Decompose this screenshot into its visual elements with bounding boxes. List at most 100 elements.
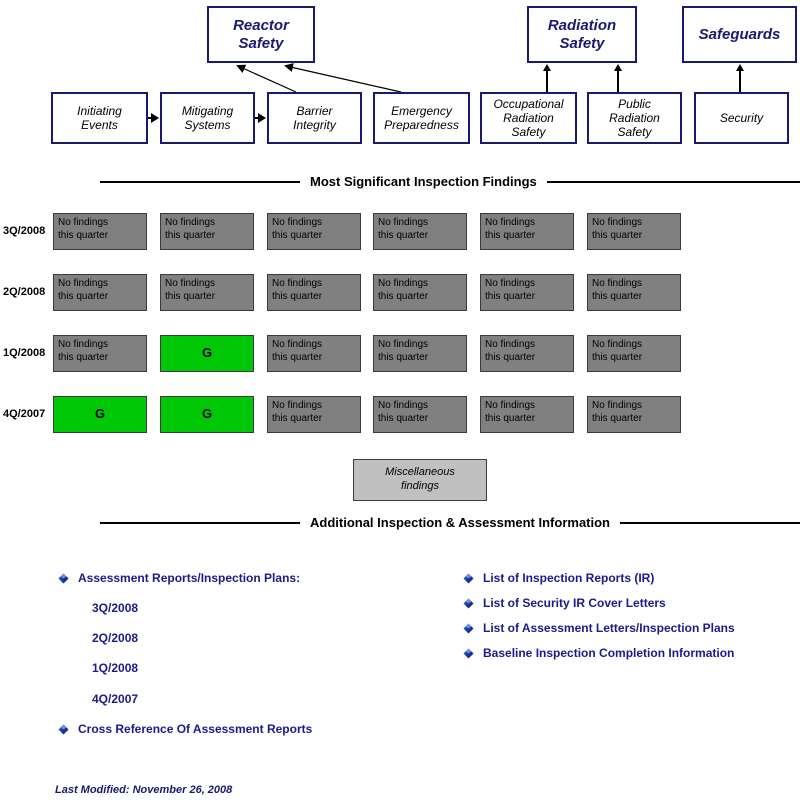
divider-rule-left (100, 521, 300, 524)
finding-cell-no-findings: No findings this quarter (373, 274, 467, 311)
inspection-link-row[interactable]: List of Security IR Cover Letters (463, 596, 666, 610)
cornerstone-reactor-safety[interactable]: Reactor Safety (207, 6, 315, 63)
miscellaneous-findings-box[interactable]: Miscellaneous findings (353, 459, 487, 501)
area-box-label: Barrier Integrity (293, 103, 336, 132)
connector-arrow-mitigating-barrier (258, 113, 266, 123)
cornerstone-radiation-safety[interactable]: Radiation Safety (527, 6, 637, 63)
finding-cell-label: G (201, 345, 213, 361)
finding-cell-label: No findings this quarter (378, 400, 429, 424)
finding-cell-label: No findings this quarter (378, 339, 429, 363)
finding-cell-no-findings: No findings this quarter (53, 213, 147, 250)
inspection-link-row[interactable]: List of Inspection Reports (IR) (463, 571, 654, 585)
assessment-link-label: Assessment Reports/Inspection Plans: (78, 571, 301, 585)
connector-line-public (617, 70, 619, 92)
area-box-barrier-integrity[interactable]: Barrier Integrity (267, 92, 362, 144)
inspection-link-label: List of Security IR Cover Letters (483, 596, 666, 610)
finding-cell-label: No findings this quarter (485, 217, 536, 241)
divider-rule-right (620, 521, 800, 524)
assessment-quarter-link[interactable]: 4Q/2007 (92, 692, 138, 706)
area-box-occupational-radiation-safety[interactable]: Occupational Radiation Safety (480, 92, 577, 144)
cornerstone-label: Radiation Safety (547, 17, 617, 52)
area-box-label: Emergency Preparedness (384, 103, 459, 132)
area-box-label: Mitigating Systems (181, 103, 234, 132)
finding-cell-label: No findings this quarter (272, 339, 323, 363)
diamond-bullet-icon (58, 723, 69, 735)
finding-cell-no-findings: No findings this quarter (480, 213, 574, 250)
finding-cell-no-findings: No findings this quarter (480, 335, 574, 372)
diamond-bullet-icon (463, 597, 474, 609)
finding-cell-label: No findings this quarter (378, 217, 429, 241)
inspection-link-row[interactable]: List of Assessment Letters/Inspection Pl… (463, 621, 735, 635)
finding-cell-no-findings: No findings this quarter (267, 274, 361, 311)
finding-cell-label: No findings this quarter (592, 278, 643, 302)
findings-row-quarter-label: 1Q/2008 (3, 347, 46, 359)
diamond-bullet-icon (463, 647, 474, 659)
finding-cell-label: No findings this quarter (58, 278, 109, 302)
assessment-link-row[interactable]: Assessment Reports/Inspection Plans: (58, 571, 300, 585)
finding-cell-no-findings: No findings this quarter (373, 213, 467, 250)
finding-cell-green[interactable]: G (160, 396, 254, 433)
section-header-additional: Additional Inspection & Assessment Infor… (0, 515, 800, 530)
finding-cell-no-findings: No findings this quarter (267, 335, 361, 372)
divider-rule-right (546, 180, 800, 183)
area-box-mitigating-systems[interactable]: Mitigating Systems (160, 92, 255, 144)
inspection-link-label: List of Inspection Reports (IR) (483, 571, 655, 585)
finding-cell-label: No findings this quarter (592, 217, 643, 241)
finding-cell-label: No findings this quarter (272, 217, 323, 241)
assessment-link-row[interactable]: Cross Reference Of Assessment Reports (58, 722, 312, 736)
finding-cell-label: No findings this quarter (272, 278, 323, 302)
assessment-quarter-link[interactable]: 1Q/2008 (92, 661, 138, 675)
area-box-label: Initiating Events (77, 103, 122, 132)
finding-cell-no-findings: No findings this quarter (267, 396, 361, 433)
assessment-quarter-link[interactable]: 3Q/2008 (92, 601, 138, 615)
finding-cell-no-findings: No findings this quarter (53, 274, 147, 311)
finding-cell-no-findings: No findings this quarter (373, 335, 467, 372)
cornerstone-label: Safeguards (698, 25, 781, 43)
connector-arrow-security (736, 64, 744, 71)
finding-cell-green[interactable]: G (160, 335, 254, 372)
cornerstone-label: Reactor Safety (233, 17, 289, 52)
area-box-label: Occupational Radiation Safety (493, 96, 564, 140)
assessment-link-label: Cross Reference Of Assessment Reports (78, 722, 313, 736)
finding-cell-no-findings: No findings this quarter (480, 396, 574, 433)
connector-arrow-occupational (543, 64, 551, 71)
finding-cell-no-findings: No findings this quarter (587, 274, 681, 311)
connector-line-security (739, 70, 741, 92)
connector-line-occupational (546, 70, 548, 92)
section-header-additional-label: Additional Inspection & Assessment Infor… (310, 515, 610, 530)
area-box-security[interactable]: Security (694, 92, 789, 144)
inspection-link-label: Baseline Inspection Completion Informati… (483, 646, 735, 660)
finding-cell-label: No findings this quarter (485, 339, 536, 363)
section-header-findings: Most Significant Inspection Findings (0, 174, 800, 189)
finding-cell-no-findings: No findings this quarter (53, 335, 147, 372)
area-box-public-radiation-safety[interactable]: Public Radiation Safety (587, 92, 682, 144)
finding-cell-label: No findings this quarter (592, 339, 643, 363)
connector-arrow-initiating-mitigating (151, 113, 159, 123)
miscellaneous-findings-label: Miscellaneous findings (385, 466, 455, 492)
area-box-initiating-events[interactable]: Initiating Events (51, 92, 148, 144)
finding-cell-label: No findings this quarter (485, 400, 536, 424)
finding-cell-no-findings: No findings this quarter (160, 213, 254, 250)
assessment-quarter-link[interactable]: 2Q/2008 (92, 631, 138, 645)
finding-cell-label: No findings this quarter (165, 278, 216, 302)
area-box-label: Public Radiation Safety (609, 96, 660, 140)
finding-cell-no-findings: No findings this quarter (160, 274, 254, 311)
area-box-emergency-preparedness[interactable]: Emergency Preparedness (373, 92, 470, 144)
finding-cell-no-findings: No findings this quarter (480, 274, 574, 311)
finding-cell-no-findings: No findings this quarter (587, 396, 681, 433)
inspection-link-row[interactable]: Baseline Inspection Completion Informati… (463, 646, 734, 660)
finding-cell-green[interactable]: G (53, 396, 147, 433)
connector-arrow-public (614, 64, 622, 71)
finding-cell-label: G (94, 406, 106, 422)
diamond-bullet-icon (463, 572, 474, 584)
finding-cell-label: No findings this quarter (485, 278, 536, 302)
last-modified-footer: Last Modified: November 26, 2008 (55, 784, 233, 796)
finding-cell-no-findings: No findings this quarter (587, 335, 681, 372)
finding-cell-label: No findings this quarter (58, 339, 109, 363)
diamond-bullet-icon (463, 622, 474, 634)
diamond-bullet-icon (58, 572, 69, 584)
finding-cell-label: G (201, 406, 213, 422)
finding-cell-no-findings: No findings this quarter (373, 396, 467, 433)
divider-rule-left (100, 180, 300, 183)
cornerstone-safeguards[interactable]: Safeguards (682, 6, 797, 63)
